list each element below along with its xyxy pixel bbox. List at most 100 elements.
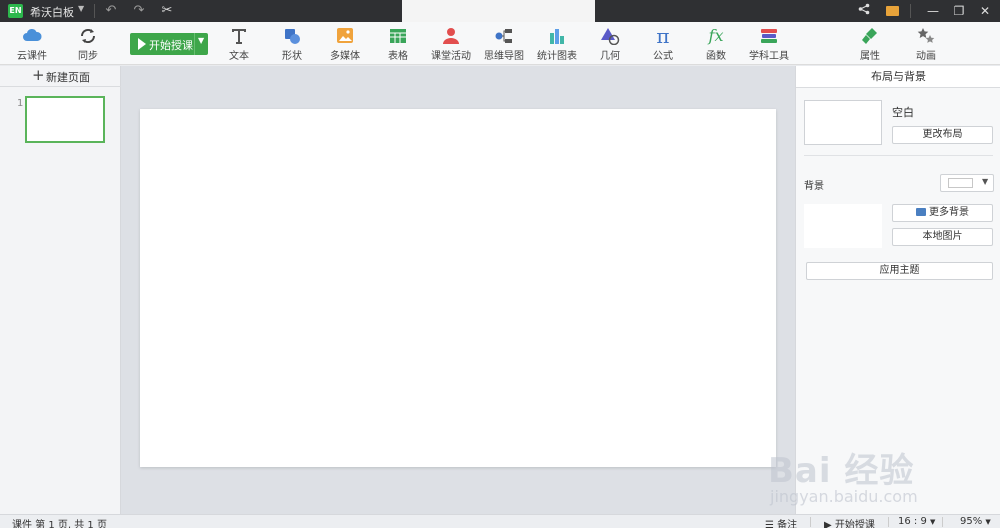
document-tab[interactable] bbox=[402, 0, 595, 22]
watermark-url: jingyan.baidu.com bbox=[770, 487, 918, 506]
watermark-logo: Bai 经验 bbox=[768, 451, 915, 491]
background-color-picker[interactable]: ▼ bbox=[940, 174, 994, 192]
tool-multimedia[interactable]: 多媒体 bbox=[318, 27, 372, 63]
status-bar: 课件 第 1 页, 共 1 页 ☰ 备注 ▶ 开始授课 16 : 9 ▼ 95%… bbox=[0, 514, 1000, 528]
background-preview[interactable] bbox=[804, 204, 882, 248]
ratio-label: 16 : 9 bbox=[898, 516, 927, 527]
zoom-label: 95% bbox=[960, 516, 983, 527]
divider bbox=[910, 4, 911, 18]
background-label: 背景 bbox=[804, 181, 824, 192]
tool-label: 多媒体 bbox=[330, 51, 360, 62]
divider bbox=[194, 33, 195, 55]
image-icon bbox=[337, 28, 353, 43]
tool-label: 课堂活动 bbox=[431, 51, 471, 62]
notes-icon: ☰ bbox=[765, 520, 774, 528]
tool-label: 几何 bbox=[600, 51, 620, 62]
tool-label: 函数 bbox=[706, 51, 726, 62]
slide-canvas[interactable] bbox=[140, 109, 776, 467]
person-icon bbox=[443, 28, 459, 44]
layout-name: 空白 bbox=[892, 106, 914, 119]
tab-animation[interactable]: 动画 bbox=[899, 27, 953, 63]
local-image-button[interactable]: 本地图片 bbox=[892, 228, 993, 246]
tool-label: 统计图表 bbox=[537, 51, 577, 62]
divider bbox=[810, 517, 811, 527]
properties-label: 属性 bbox=[860, 51, 880, 62]
app-logo-icon: EN bbox=[8, 4, 23, 18]
notes-button[interactable]: ☰ 备注 bbox=[765, 516, 797, 528]
start-teaching-status-button[interactable]: ▶ 开始授课 bbox=[824, 516, 875, 528]
tool-label: 学科工具 bbox=[749, 51, 789, 62]
sync-button[interactable]: 同步 bbox=[61, 27, 115, 63]
canvas-area bbox=[121, 66, 795, 514]
text-icon bbox=[232, 29, 246, 44]
redo-icon[interactable]: ↷ bbox=[131, 3, 147, 19]
slide-number: 1 bbox=[17, 98, 24, 109]
zoom-select[interactable]: 95% ▼ bbox=[960, 516, 991, 527]
chevron-down-icon: ▼ bbox=[982, 177, 989, 186]
more-backgrounds-button[interactable]: 更多背景 bbox=[892, 204, 993, 222]
tool-label: 表格 bbox=[388, 51, 408, 62]
tool-text[interactable]: 文本 bbox=[212, 27, 266, 63]
start-teaching-button[interactable]: 开始授课 ▼ bbox=[130, 33, 208, 55]
tool-formula[interactable]: π 公式 bbox=[636, 24, 690, 63]
books-icon bbox=[761, 29, 777, 43]
change-layout-button[interactable]: 更改布局 bbox=[892, 126, 993, 144]
cut-icon[interactable]: ✂ bbox=[159, 3, 175, 19]
slide-thumbnail[interactable] bbox=[25, 96, 105, 143]
geometry-icon bbox=[601, 28, 620, 45]
cloud-label: 云课件 bbox=[17, 51, 47, 62]
app-menu-dropdown-icon[interactable]: ▼ bbox=[78, 4, 84, 13]
share-icon[interactable] bbox=[856, 3, 872, 19]
apply-theme-button[interactable]: 应用主题 bbox=[806, 262, 993, 280]
minimize-icon[interactable]: — bbox=[925, 3, 941, 19]
divider bbox=[94, 4, 95, 18]
more-backgrounds-label: 更多背景 bbox=[929, 207, 969, 218]
play-icon: ▶ bbox=[824, 520, 832, 528]
tab-properties[interactable]: 属性 bbox=[843, 27, 897, 63]
aspect-ratio-select[interactable]: 16 : 9 ▼ bbox=[898, 516, 935, 527]
mind-map-icon bbox=[495, 29, 512, 43]
plus-icon: + bbox=[32, 66, 45, 84]
tool-label: 文本 bbox=[229, 51, 249, 62]
tool-function[interactable]: fx 函数 bbox=[689, 27, 743, 63]
undo-icon[interactable]: ↶ bbox=[103, 3, 119, 19]
tool-label: 形状 bbox=[282, 51, 302, 62]
close-icon[interactable]: ✕ bbox=[977, 3, 993, 19]
message-icon[interactable] bbox=[886, 6, 899, 16]
color-swatch bbox=[948, 178, 973, 188]
chevron-down-icon[interactable]: ▼ bbox=[198, 36, 204, 45]
function-icon: fx bbox=[708, 26, 724, 45]
tool-subject-tools[interactable]: 学科工具 bbox=[742, 27, 796, 63]
app-title[interactable]: 希沃白板 bbox=[30, 4, 74, 20]
chevron-down-icon: ▼ bbox=[985, 518, 991, 526]
pi-icon: π bbox=[656, 24, 670, 48]
brush-icon bbox=[862, 28, 877, 44]
layout-thumbnail[interactable] bbox=[804, 100, 882, 145]
tool-statistics-chart[interactable]: 统计图表 bbox=[530, 27, 584, 63]
new-page-button[interactable]: + 新建页面 bbox=[0, 66, 121, 87]
shape-icon bbox=[285, 29, 300, 44]
tool-class-activity[interactable]: 课堂活动 bbox=[424, 27, 478, 63]
image-icon bbox=[916, 208, 926, 216]
tool-mind-map[interactable]: 思维导图 bbox=[477, 27, 531, 63]
tool-shape[interactable]: 形状 bbox=[265, 27, 319, 63]
bar-chart-icon bbox=[550, 29, 564, 44]
panel-title: 布局与背景 bbox=[796, 66, 1000, 88]
tool-label: 公式 bbox=[653, 51, 673, 62]
tool-label: 思维导图 bbox=[484, 51, 524, 62]
tool-table[interactable]: 表格 bbox=[371, 27, 425, 63]
table-icon bbox=[390, 29, 406, 43]
divider bbox=[804, 155, 993, 156]
page-info: 课件 第 1 页, 共 1 页 bbox=[12, 520, 107, 528]
tool-geometry[interactable]: 几何 bbox=[583, 27, 637, 63]
divider bbox=[942, 517, 943, 527]
title-bar: EN 希沃白板 ▼ ↶ ↷ ✂ — ❐ ✕ bbox=[0, 0, 1000, 22]
play-icon bbox=[138, 38, 146, 50]
notes-label: 备注 bbox=[777, 520, 798, 528]
sync-label: 同步 bbox=[78, 51, 98, 62]
cloud-icon bbox=[23, 28, 42, 41]
star-icon bbox=[917, 28, 935, 43]
cloud-courseware-button[interactable]: 云课件 bbox=[5, 27, 59, 63]
sync-icon bbox=[80, 28, 96, 44]
restore-icon[interactable]: ❐ bbox=[951, 3, 967, 19]
